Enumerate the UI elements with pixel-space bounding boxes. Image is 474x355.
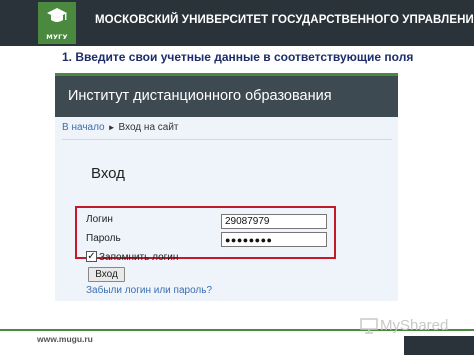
instruction-text: 1. Введите свои учетные данные в соответ… <box>62 50 414 64</box>
login-screenshot-panel: Институт дистанционного образования В на… <box>55 73 398 301</box>
watermark: MyShared <box>360 317 448 334</box>
footer-corner-block <box>404 336 474 355</box>
forgot-password-link[interactable]: Забыли логин или пароль? <box>86 285 212 296</box>
username-label: Логин <box>86 214 113 225</box>
breadcrumb-separator-icon: ► <box>107 123 116 132</box>
remember-login-label: Запомнить логин <box>99 252 179 263</box>
university-logo: МУГУ <box>38 2 76 44</box>
university-name: МОСКОВСКИЙ УНИВЕРСИТЕТ ГОСУДАРСТВЕННОГО … <box>95 14 474 26</box>
site-title: Институт дистанционного образования <box>68 88 332 104</box>
checkmark-icon: ✓ <box>87 251 96 262</box>
site-header: Институт дистанционного образования <box>55 73 398 117</box>
graduation-cap-icon <box>47 8 67 22</box>
footer-url[interactable]: www.mugu.ru <box>37 334 93 344</box>
password-input[interactable]: ●●●●●●●● <box>221 232 327 247</box>
login-heading: Вход <box>91 165 125 182</box>
breadcrumb-divider <box>62 139 392 140</box>
watermark-text: MyShared <box>380 317 449 334</box>
login-submit-button[interactable]: Вход <box>88 267 125 282</box>
remember-login-checkbox[interactable]: ✓ <box>86 251 97 262</box>
top-header-bar: МУГУ МОСКОВСКИЙ УНИВЕРСИТЕТ ГОСУДАРСТВЕН… <box>0 0 474 46</box>
username-input[interactable]: 29087979 <box>221 214 327 229</box>
password-label: Пароль <box>86 233 121 244</box>
breadcrumb-home-link[interactable]: В начало <box>62 122 105 133</box>
logo-text: МУГУ <box>46 33 68 41</box>
breadcrumb: В начало ► Вход на сайт <box>62 122 179 133</box>
presentation-board-icon <box>360 318 378 334</box>
breadcrumb-current: Вход на сайт <box>118 122 179 133</box>
